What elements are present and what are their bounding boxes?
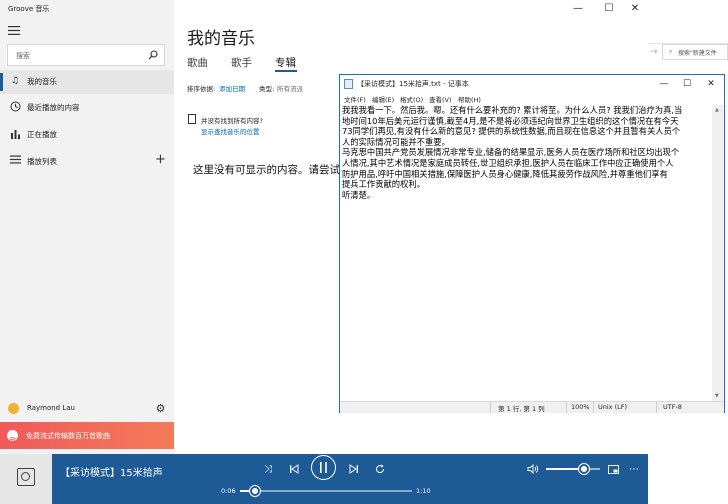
track-title[interactable]: 【采访模式】15米拾声 (60, 464, 163, 479)
text-line: 人情况,其中艺术情况是家庭成员转任,世卫组织承担,医护人员在临床工作中应正确使用… (342, 157, 674, 168)
sidebar-item-label: 播放列表 (27, 157, 57, 166)
tab-artists[interactable]: 歌手 (231, 55, 252, 70)
menu-file[interactable]: 文件(F) (344, 94, 366, 104)
sidebar-item-label: 我的音乐 (27, 77, 57, 86)
cursor-position: 第 1 行, 第 1 列 (498, 405, 545, 413)
text-line: 听清楚。 (342, 189, 376, 200)
menu-edit[interactable]: 编辑(E) (372, 94, 394, 104)
pause-button[interactable] (311, 455, 336, 480)
volume-icon[interactable] (526, 462, 540, 476)
sidebar-item-label: 最近播放的内容 (27, 103, 80, 112)
encoding: UTF-8 (663, 403, 682, 411)
page-title: 我的音乐 (187, 29, 255, 49)
notepad-statusbar: 第 1 行, 第 1 列 100% Unix (LF) UTF-8 (340, 401, 724, 413)
active-indicator (0, 73, 3, 91)
tab-underline (275, 70, 297, 72)
sort-label: 排序依据: (187, 85, 216, 93)
search-box[interactable]: 搜索 (7, 44, 165, 66)
previous-icon[interactable] (287, 462, 301, 476)
scroll-up-icon[interactable]: ▲ (715, 107, 719, 113)
sidebar-item-playlists[interactable]: 播放列表 + (0, 150, 174, 174)
avatar (8, 403, 19, 414)
search-placeholder: 搜索 (16, 52, 30, 60)
tab-songs[interactable]: 歌曲 (187, 55, 208, 70)
notepad-window: 【采访模式】15米拾声.txt - 记事本 — ☐ ✕ 文件(F) 编辑(E) … (339, 74, 725, 413)
background-search-placeholder: 搜索"新建文件 (678, 50, 717, 57)
duration-time: 1:10 (416, 487, 431, 495)
app-title: Groove 音乐 (8, 5, 50, 13)
genre-dropdown[interactable]: 所有流派 (277, 83, 303, 93)
progress-thumb[interactable] (248, 485, 261, 497)
sidebar-item-my-music[interactable]: ♫ 我的音乐 (0, 70, 174, 94)
notepad-scrollbar[interactable]: ▲ ▼ (712, 105, 724, 401)
sidebar-item-label: 正在播放 (27, 130, 57, 139)
text-line: 防护用品,呼吁中国相关措施,保障医护人员身心健康,降低其疲劳作战风险,并尊重他们… (342, 168, 668, 179)
notepad-maximize-button[interactable]: ☐ (676, 76, 698, 92)
elapsed-time: 0:06 (221, 487, 236, 495)
clock-icon (9, 101, 21, 113)
notepad-menubar: 文件(F) 编辑(E) 格式(O) 查看(V) 帮助(H) (340, 93, 724, 105)
text-line: 马克思中国共产党员发展情况非常专业,储备的结果显示,医务人员在医疗场所和社区均出… (342, 147, 680, 158)
menu-help[interactable]: 帮助(H) (458, 94, 481, 104)
next-icon[interactable] (347, 462, 361, 476)
notepad-text-area[interactable]: 我我我看一下。然后我。嗯。还有什么要补充的? 累计将至。为什么人员? 我我们治疗… (342, 105, 708, 399)
sort-dropdown[interactable]: 添加日期 (219, 83, 245, 93)
spotify-icon (7, 430, 18, 442)
now-playing-bar: 【采访模式】15米拾声 ⤨ ⋯ 0:06 1:10 (0, 454, 648, 504)
mini-player-icon[interactable] (606, 462, 620, 476)
hamburger-menu-icon[interactable] (7, 24, 21, 36)
notice-title: 并没有找到所有内容? (201, 117, 263, 125)
search-icon[interactable] (148, 50, 158, 60)
scroll-down-icon[interactable]: ▼ (715, 393, 719, 399)
tab-albums[interactable]: 专辑 (275, 55, 296, 70)
promo-banner[interactable]: 免费流式传输数百万首歌曲 (0, 422, 174, 449)
menu-view[interactable]: 查看(V) (429, 94, 452, 104)
list-icon (9, 155, 21, 167)
bar-chart-icon (9, 128, 21, 140)
sidebar: Groove 音乐 搜索 ♫ 我的音乐 最近播放的内容 正在播放 播放列表 + … (0, 0, 174, 454)
forward-arrow-icon[interactable]: → (650, 47, 658, 57)
promo-text: 免费流式传输数百万首歌曲 (26, 432, 110, 440)
mobile-device-icon (188, 114, 196, 124)
volume-slider[interactable] (546, 463, 600, 475)
album-art[interactable] (0, 454, 52, 504)
sidebar-item-recent[interactable]: 最近播放的内容 (0, 96, 174, 120)
text-line: 地时间10年后美元运行谨慎,截至4月,是不是将必须违纪向世界卫生组织的这个情况在… (342, 115, 679, 126)
notepad-minimize-button[interactable]: — (653, 76, 675, 92)
line-ending: Unix (LF) (598, 403, 628, 411)
notepad-title: 【采访模式】15米拾声.txt - 记事本 (357, 80, 469, 88)
empty-message: 这里没有可显示的内容。请尝试 (193, 164, 340, 176)
progress-slider[interactable] (240, 485, 412, 497)
find-music-link[interactable]: 显示查找音乐的位置 (201, 126, 260, 136)
text-line: 提兵工作贡献的权利。 (342, 179, 425, 190)
add-playlist-icon[interactable]: + (155, 152, 166, 167)
gear-icon[interactable]: ⚙ (154, 402, 167, 415)
background-window: → ⌕ 搜索"新建文件 (648, 0, 728, 74)
user-name: Raymond Lau (27, 404, 75, 412)
menu-format[interactable]: 格式(O) (400, 94, 423, 104)
genre-label: 类型: (259, 85, 275, 93)
notepad-titlebar[interactable]: 【采访模式】15米拾声.txt - 记事本 — ☐ ✕ (340, 75, 724, 93)
text-line: 73同学们再见,有没有什么新的意见? 提供的系统性数据,而且现在信息这个并且暂有… (342, 126, 681, 137)
text-line: 我我我看一下。然后我。嗯。还有什么要补充的? 累计将至。为什么人员? 我我们治疗… (342, 105, 683, 115)
volume-thumb[interactable] (577, 463, 590, 475)
disc-icon (17, 468, 35, 486)
background-search-box[interactable]: ⌕ 搜索"新建文件 (662, 44, 728, 60)
search-icon: ⌕ (669, 48, 673, 55)
repeat-icon[interactable] (373, 462, 387, 476)
close-button[interactable]: ✕ (620, 0, 650, 18)
sidebar-item-now-playing[interactable]: 正在播放 (0, 123, 174, 147)
notepad-close-button[interactable]: ✕ (700, 76, 722, 92)
shuffle-icon[interactable]: ⤨ (261, 462, 275, 476)
user-row[interactable]: Raymond Lau ⚙ (0, 398, 174, 420)
notepad-icon (344, 79, 353, 89)
music-note-icon: ♫ (10, 76, 20, 86)
zoom-level: 100% (571, 403, 590, 411)
more-icon[interactable]: ⋯ (627, 462, 641, 476)
minimize-button[interactable]: — (563, 0, 593, 18)
text-line: 人的实际情况可能并不重要。 (342, 136, 450, 147)
